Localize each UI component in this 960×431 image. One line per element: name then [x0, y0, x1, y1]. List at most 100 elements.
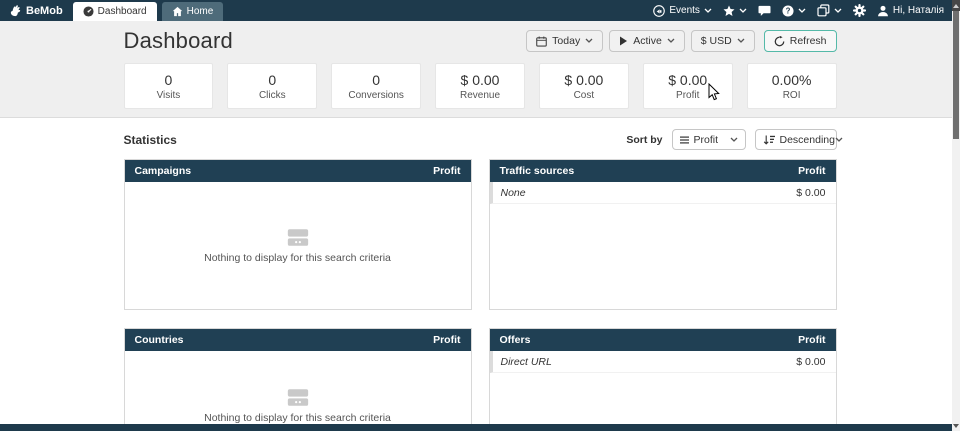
gauge-icon: [83, 6, 94, 17]
status-filter-label: Active: [633, 35, 662, 47]
stat-value: 0: [268, 72, 276, 88]
stat-card-roi: 0.00% ROI: [747, 63, 837, 109]
panel-campaigns: Campaigns Profit Nothing to display for …: [124, 159, 472, 310]
stat-value: $ 0.00: [564, 72, 603, 88]
stat-label: Revenue: [460, 90, 500, 101]
sort-controls: Sort by Profit: [626, 129, 836, 150]
status-filter-button[interactable]: Active: [609, 30, 685, 52]
stat-card-revenue: $ 0.00 Revenue: [435, 63, 525, 109]
refresh-button[interactable]: Refresh: [764, 30, 837, 52]
chevron-down-icon: [835, 137, 843, 143]
panel-column-label[interactable]: Profit: [798, 165, 825, 177]
navbar-right: Events ?: [653, 0, 960, 21]
top-navbar: BeMob Dashboard Home Events: [0, 0, 960, 21]
favorites-menu[interactable]: [723, 5, 747, 17]
chevron-down-icon: [585, 38, 593, 44]
stat-value: 0: [372, 72, 380, 88]
summary-stats-row: 0 Visits 0 Clicks 0 Conversions $ 0.00 R…: [124, 63, 837, 109]
stat-value: 0: [165, 72, 173, 88]
tab-home[interactable]: Home: [162, 2, 224, 21]
sort-descending-icon: [763, 135, 775, 145]
panel-traffic-sources: Traffic sources Profit None $ 0.00: [489, 159, 837, 310]
panel-column-label[interactable]: Profit: [433, 165, 460, 177]
sort-field-select[interactable]: Profit: [672, 129, 746, 150]
scrollbar-thumb[interactable]: [953, 11, 959, 139]
panel-column-label[interactable]: Profit: [433, 334, 460, 346]
stat-card-visits: 0 Visits: [124, 63, 214, 109]
table-row[interactable]: Direct URL $ 0.00: [490, 351, 836, 373]
empty-state: Nothing to display for this search crite…: [125, 351, 471, 431]
currency-button[interactable]: $ USD: [691, 30, 755, 52]
date-range-button[interactable]: Today: [526, 30, 603, 52]
chevron-down-icon: [798, 8, 806, 14]
settings-button[interactable]: [853, 4, 866, 17]
statistics-title: Statistics: [124, 133, 177, 147]
row-name: Direct URL: [501, 356, 552, 368]
user-label: Hi, Наталія: [893, 5, 944, 16]
sort-order-select[interactable]: Descending: [755, 129, 837, 150]
stat-card-clicks: 0 Clicks: [227, 63, 317, 109]
chat-icon: [758, 5, 771, 17]
home-icon: [172, 6, 183, 17]
stat-label: ROI: [783, 90, 801, 101]
user-icon: [877, 5, 889, 17]
table-row[interactable]: None $ 0.00: [490, 182, 836, 204]
empty-state: Nothing to display for this search crite…: [125, 182, 471, 309]
currency-label: $ USD: [701, 35, 732, 47]
stat-card-cost: $ 0.00 Cost: [539, 63, 629, 109]
tab-dashboard[interactable]: Dashboard: [73, 2, 157, 21]
user-menu[interactable]: Hi, Наталія: [877, 5, 944, 17]
panel-countries: Countries Profit Nothing to display for …: [124, 328, 472, 431]
brand-name: BeMob: [26, 5, 63, 17]
help-icon: ?: [782, 5, 794, 17]
refresh-icon: [774, 36, 785, 47]
stat-value: $ 0.00: [461, 72, 500, 88]
play-icon: [619, 36, 628, 46]
panel-title: Countries: [135, 334, 184, 346]
chevron-down-icon: [739, 8, 747, 14]
stat-label: Cost: [574, 90, 595, 101]
bottom-bar: [0, 424, 952, 431]
panel-column-label[interactable]: Profit: [798, 334, 825, 346]
row-name: None: [501, 187, 526, 199]
tab-dashboard-label: Dashboard: [98, 6, 147, 17]
panel-title: Offers: [500, 334, 531, 346]
stat-label: Visits: [157, 90, 181, 101]
help-menu[interactable]: ?: [782, 5, 806, 17]
empty-data-icon: [286, 388, 310, 407]
panel-title: Traffic sources: [500, 165, 575, 177]
stat-label: Profit: [676, 90, 699, 101]
bemob-hand-icon: [9, 4, 22, 17]
bemob-logo[interactable]: BeMob: [0, 0, 73, 21]
sort-by-label: Sort by: [626, 134, 662, 146]
events-icon: [653, 5, 665, 17]
stat-card-conversions: 0 Conversions: [331, 63, 421, 109]
chevron-down-icon: [704, 8, 712, 14]
row-value: $ 0.00: [796, 187, 825, 199]
chevron-down-icon: [737, 38, 745, 44]
svg-text:?: ?: [786, 6, 791, 15]
chevron-down-icon: [730, 137, 738, 143]
panel-title: Campaigns: [135, 165, 192, 177]
page-title: Dashboard: [124, 28, 233, 54]
stat-label: Clicks: [259, 90, 286, 101]
chevron-down-icon: [834, 8, 842, 14]
star-icon: [723, 5, 735, 17]
header-controls: Today Active $ USD: [526, 30, 836, 52]
refresh-label: Refresh: [790, 35, 827, 47]
vertical-scrollbar[interactable]: [952, 0, 960, 431]
stacked-windows-icon: [817, 4, 830, 17]
date-range-label: Today: [552, 35, 580, 47]
calendar-icon: [536, 36, 547, 47]
pages-menu[interactable]: [817, 4, 842, 17]
chevron-down-icon: [667, 38, 675, 44]
chat-button[interactable]: [758, 5, 771, 17]
events-menu[interactable]: Events: [653, 5, 712, 17]
stat-value: 0.00%: [772, 72, 812, 88]
scroll-up-button[interactable]: [952, 0, 960, 11]
scroll-down-button[interactable]: [952, 420, 960, 431]
sort-order-value: Descending: [780, 134, 835, 146]
panels-grid: Campaigns Profit Nothing to display for …: [124, 159, 837, 431]
events-label: Events: [669, 5, 700, 16]
nav-tabs: Dashboard Home: [73, 0, 224, 21]
